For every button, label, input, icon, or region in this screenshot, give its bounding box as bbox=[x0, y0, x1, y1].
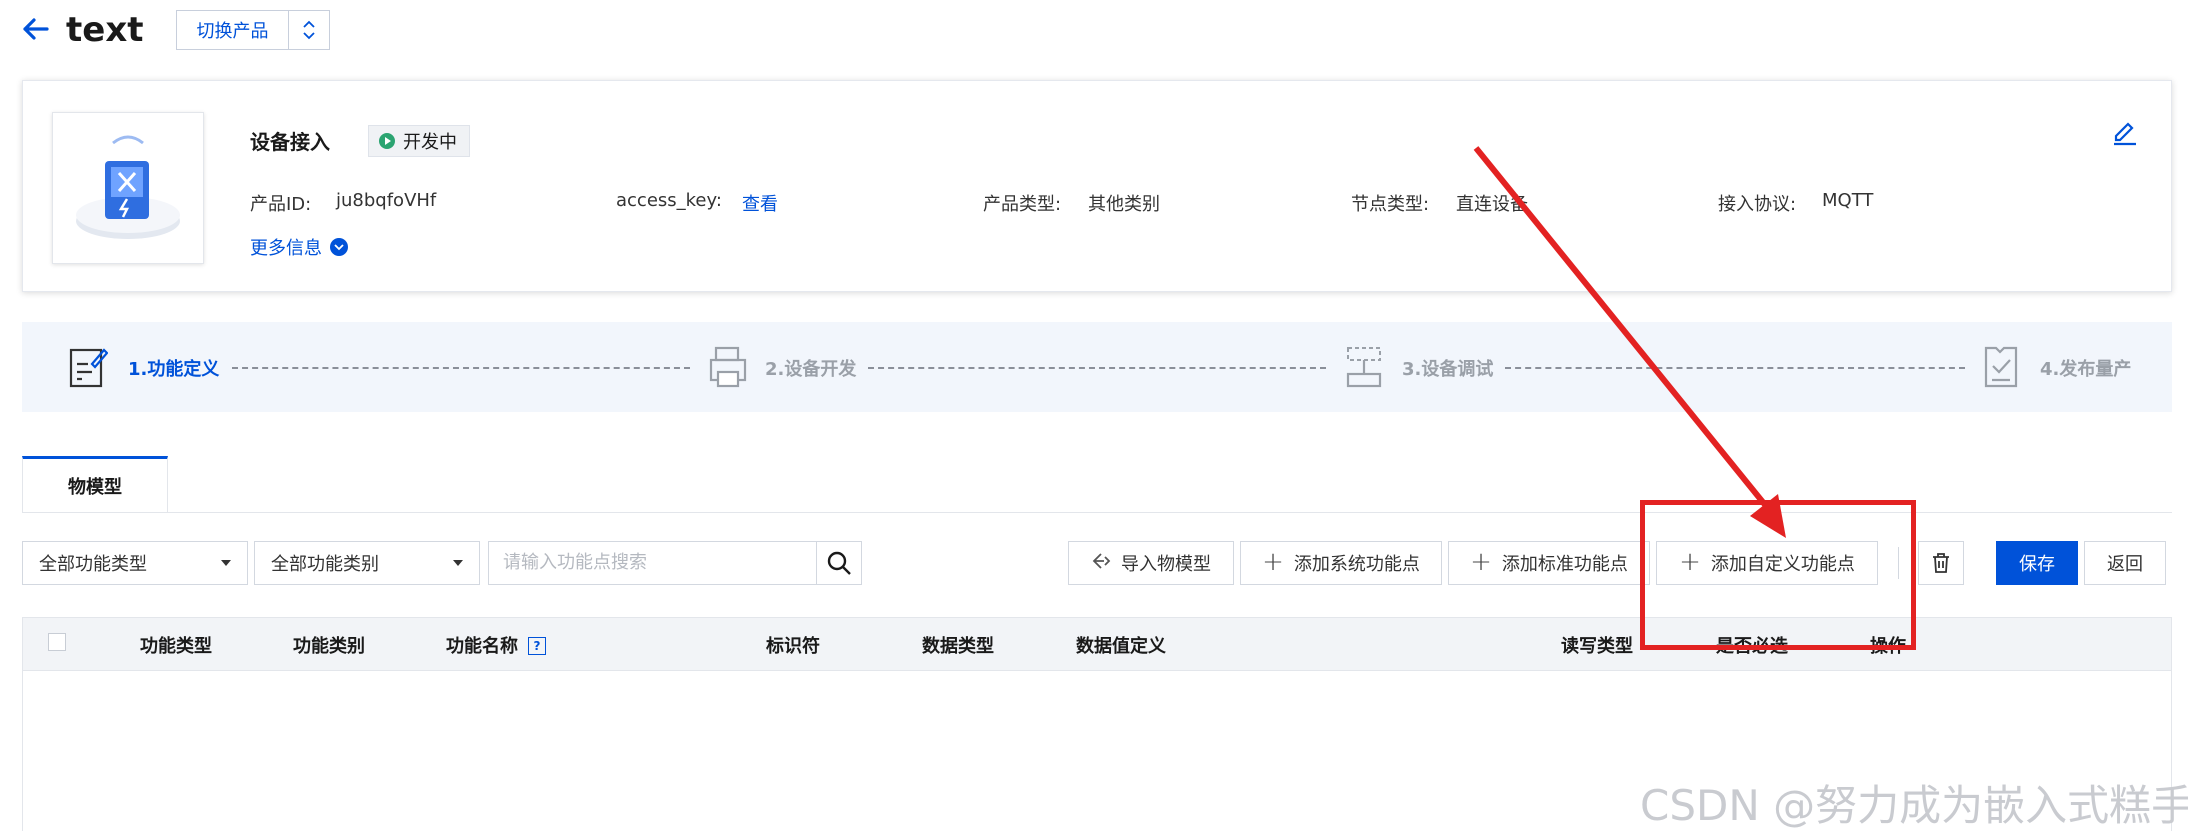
watermark: CSDN @努力成为嵌入式糕手 bbox=[1640, 781, 2188, 830]
annotation-arrow-icon bbox=[1473, 146, 1786, 538]
